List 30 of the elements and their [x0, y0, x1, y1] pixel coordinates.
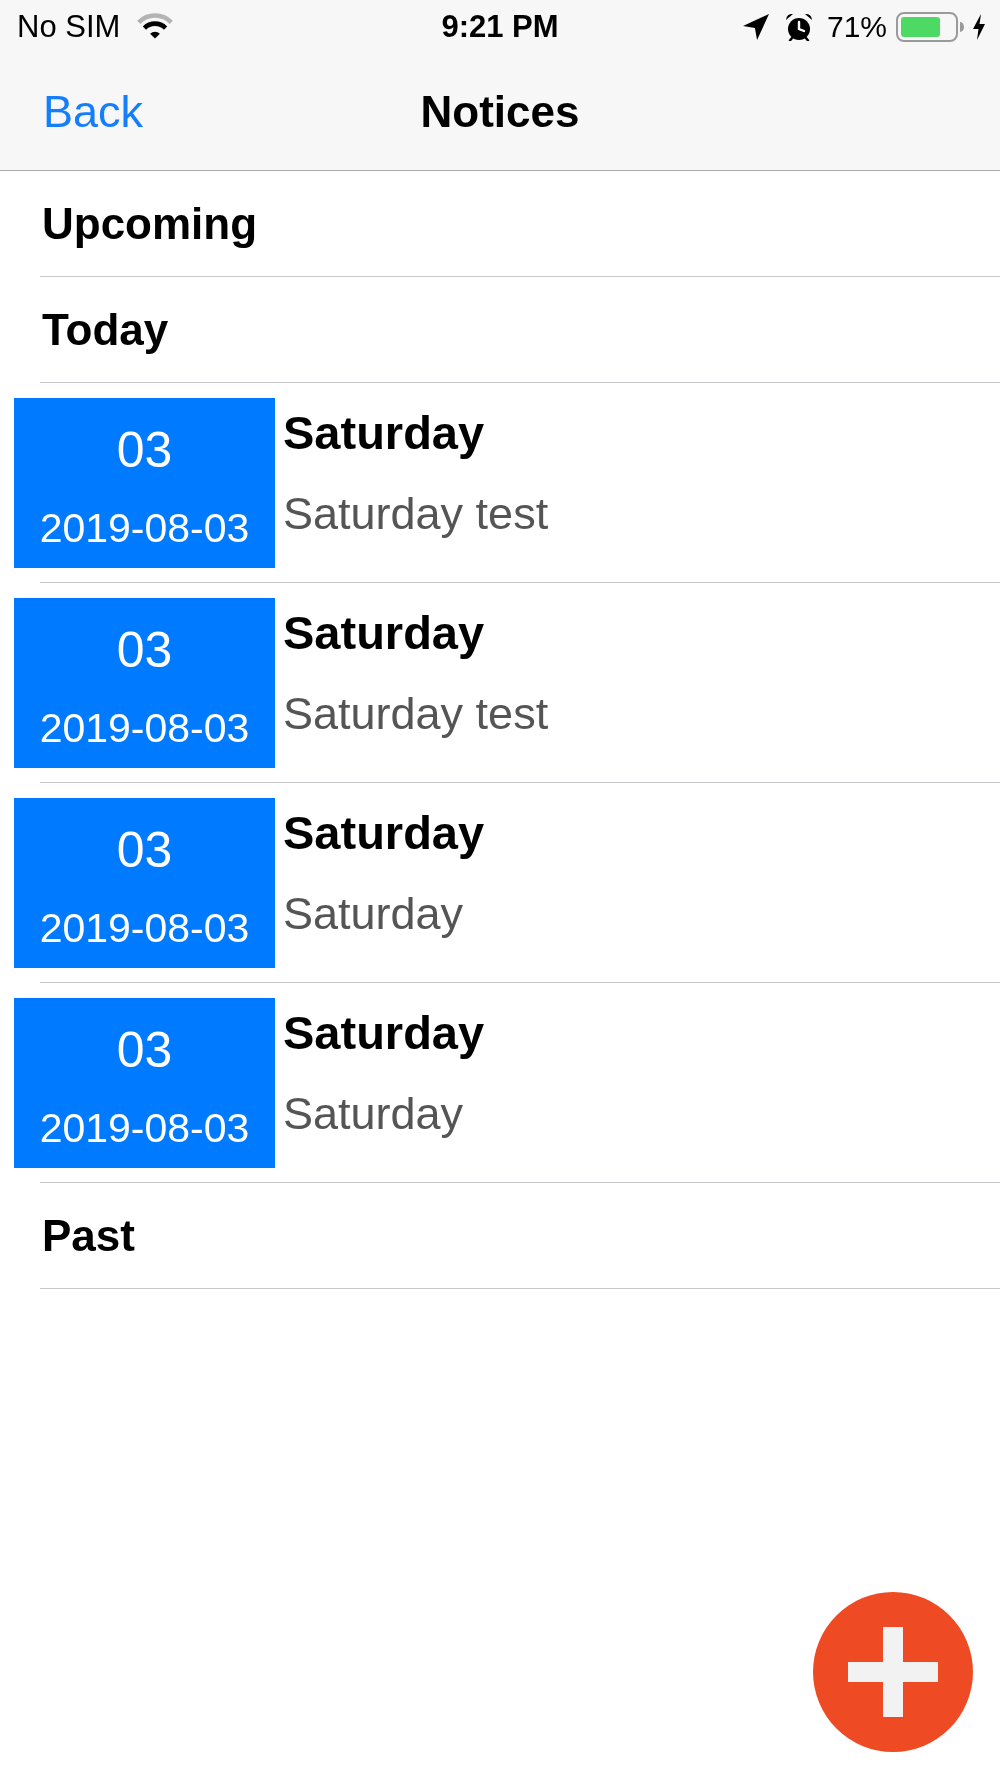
notice-title: Saturday — [283, 805, 485, 861]
battery-icon — [896, 11, 964, 42]
notice-title: Saturday — [283, 605, 485, 661]
notice-description: Saturday — [283, 888, 464, 940]
date-label: 2019-08-03 — [39, 704, 250, 753]
day-number: 03 — [116, 821, 173, 880]
day-number: 03 — [116, 621, 173, 680]
date-label: 2019-08-03 — [39, 904, 250, 953]
back-button[interactable]: Back — [38, 81, 149, 142]
location-arrow-icon — [742, 13, 769, 40]
notice-title: Saturday — [283, 405, 485, 461]
clock-time: 9:21 PM — [441, 8, 559, 45]
plus-icon — [848, 1627, 938, 1717]
day-number: 03 — [116, 1021, 173, 1080]
section-header: Upcoming — [42, 197, 258, 250]
battery-percent: 71% — [826, 8, 887, 45]
notice-title: Saturday — [283, 1005, 485, 1061]
lightning-bolt-icon — [972, 13, 986, 40]
notice-description: Saturday test — [283, 488, 549, 540]
day-number: 03 — [116, 421, 173, 480]
section-header: Past — [42, 1209, 135, 1262]
notice-description: Saturday — [283, 1088, 464, 1140]
notice-description: Saturday test — [283, 688, 549, 740]
screen-title: Notices — [420, 85, 580, 138]
section-header: Today — [42, 303, 169, 356]
date-label: 2019-08-03 — [39, 1104, 250, 1153]
wifi-icon — [136, 13, 175, 40]
alarm-clock-icon — [784, 12, 813, 41]
date-label: 2019-08-03 — [39, 504, 250, 553]
carrier-label: No SIM — [17, 8, 121, 45]
